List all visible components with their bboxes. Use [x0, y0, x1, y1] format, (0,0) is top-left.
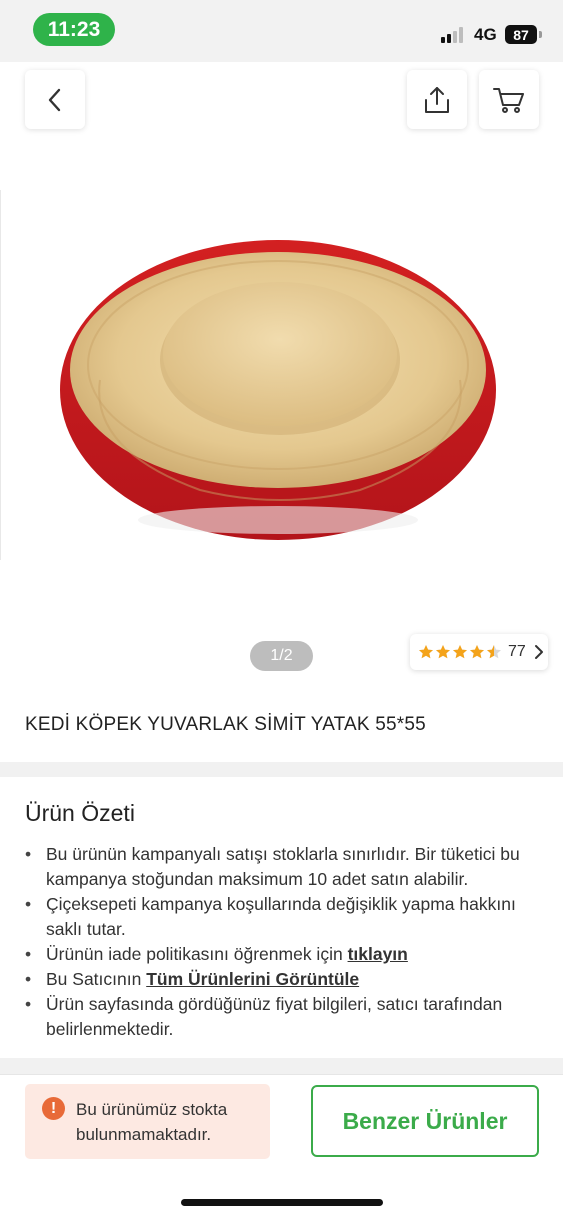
summary-item: Çiçeksepeti kampanya koşullarında değişi… [25, 892, 545, 942]
summary-item-text: Ürün sayfasında gördüğünüz fiyat bilgile… [46, 994, 503, 1039]
star-icon [453, 645, 467, 659]
cart-icon [493, 87, 524, 113]
summary-item-text: Bu Satıcının [46, 969, 147, 989]
summary-item: Bu ürünün kampanyalı satışı stoklarla sı… [25, 842, 545, 892]
back-arrow-icon [48, 88, 61, 111]
return-policy-link[interactable]: tıklayın [348, 944, 408, 964]
star-icon [487, 645, 501, 659]
summary-item-text: Çiçeksepeti kampanya koşullarında değişi… [46, 894, 516, 939]
summary-item: Ürün sayfasında gördüğünüz fiyat bilgile… [25, 992, 545, 1042]
summary-item-text: Bu ürünün kampanyalı satışı stoklarla sı… [46, 844, 520, 889]
product-image[interactable] [0, 190, 563, 560]
similar-products-button[interactable]: Benzer Ürünler [311, 1085, 539, 1157]
gallery-pager: 1/2 [250, 641, 313, 671]
seller-products-link[interactable]: Tüm Ürünlerini Görüntüle [146, 969, 359, 989]
star-icon [419, 645, 433, 659]
summary-item-text: Ürünün iade politikasını öğrenmek için [46, 944, 348, 964]
chevron-right-icon [534, 645, 543, 659]
section-divider [0, 762, 563, 777]
rating-count: 77 [508, 643, 526, 660]
rating-summary[interactable]: 77 [410, 634, 548, 670]
section-divider [0, 1058, 563, 1074]
summary-list: Bu ürünün kampanyalı satışı stoklarla sı… [25, 842, 545, 1042]
cart-button[interactable] [479, 70, 539, 129]
status-time: 11:23 [33, 13, 115, 46]
share-icon [425, 86, 449, 113]
summary-item: Bu Satıcının Tüm Ürünlerini Görüntüle [25, 967, 545, 992]
network-label: 4G [474, 25, 497, 44]
battery-tip [539, 31, 542, 38]
summary-item: Ürünün iade politikasını öğrenmek için t… [25, 942, 545, 967]
signal-icon [441, 27, 467, 43]
stock-alert-text: Bu ürünümüz stokta bulunmamaktadır. [76, 1100, 228, 1144]
star-icon [436, 645, 450, 659]
star-icon [470, 645, 484, 659]
status-bar: 11:23 4G 87 [0, 0, 563, 62]
rating-stars [418, 644, 502, 660]
product-title: KEDİ KÖPEK YUVARLAK SİMİT YATAK 55*55 [25, 714, 426, 735]
stock-alert: ! Bu ürünümüz stokta bulunmamaktadır. [25, 1084, 270, 1159]
summary-title: Ürün Özeti [25, 800, 135, 826]
battery-icon: 87 [505, 25, 537, 44]
back-button[interactable] [25, 70, 85, 129]
battery-level: 87 [513, 26, 529, 43]
alert-icon: ! [42, 1097, 65, 1120]
home-indicator [181, 1199, 383, 1206]
share-button[interactable] [407, 70, 467, 129]
